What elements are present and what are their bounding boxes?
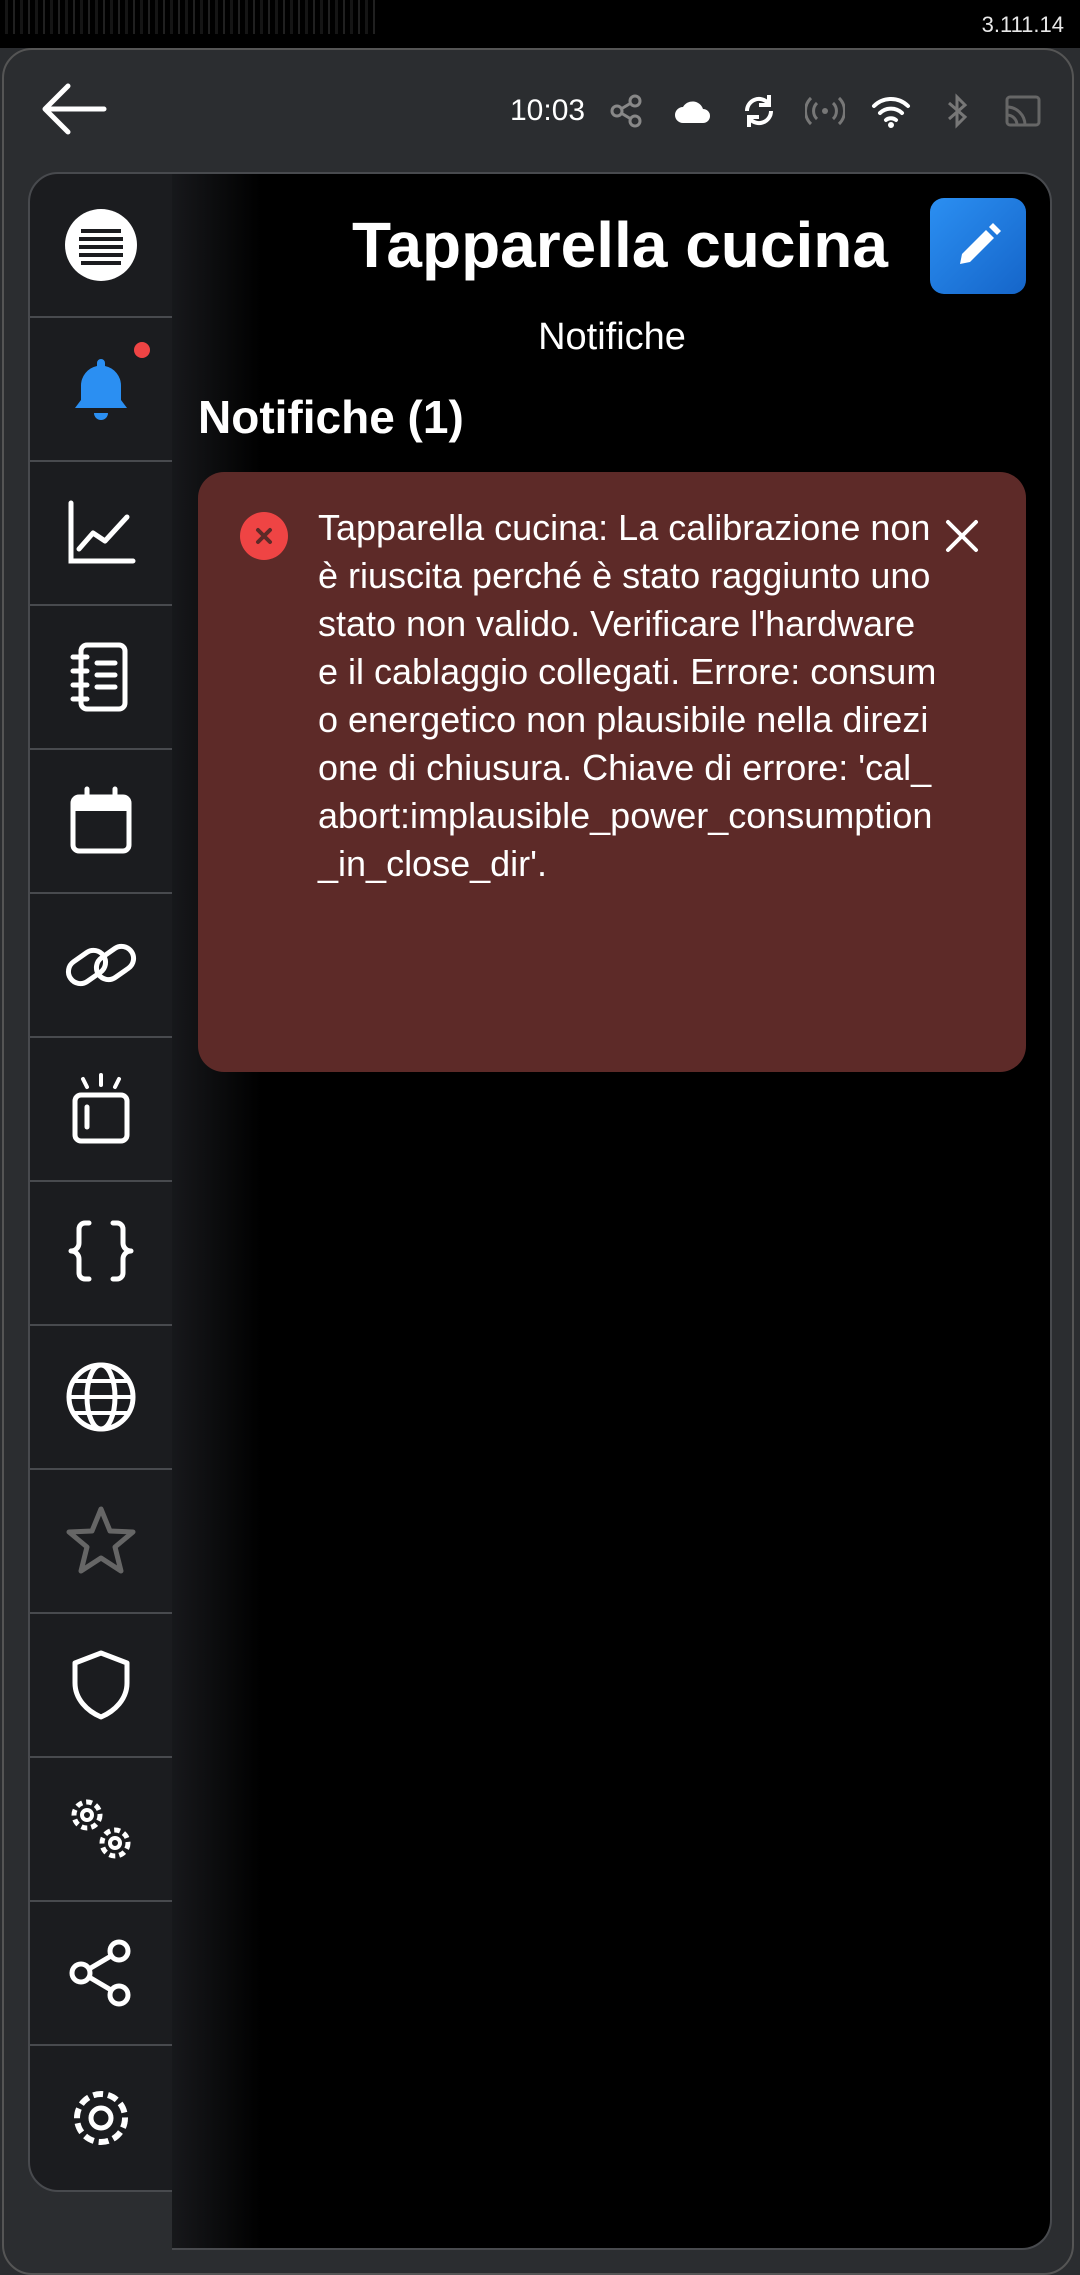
sidebar-item-menu[interactable] [30, 174, 172, 318]
share-icon [607, 91, 647, 131]
star-icon [66, 1506, 136, 1574]
notification-message: Tapparella cucina: La calibrazione non è… [318, 507, 937, 884]
sidebar-item-favorites[interactable] [30, 1470, 172, 1614]
menu-icon [65, 209, 137, 281]
sidebar-item-security[interactable] [30, 1614, 172, 1758]
gears-icon [71, 1799, 131, 1859]
pencil-icon [960, 223, 1001, 264]
broadcast-icon [805, 91, 846, 131]
sidebar-item-calendar[interactable] [30, 750, 172, 894]
bluetooth-icon [937, 91, 977, 131]
sidebar-item-network[interactable] [30, 1326, 172, 1470]
calendar-icon [70, 786, 132, 854]
notification-card: Tapparella cucina: La calibrazione non è… [198, 472, 1026, 1072]
sidebar-item-logbook[interactable] [30, 606, 172, 750]
link-icon [65, 943, 137, 987]
app-version: 3.111.14 [981, 12, 1064, 37]
back-button[interactable] [38, 78, 110, 140]
cast-icon [1003, 91, 1043, 131]
sidebar-item-settings[interactable] [30, 2046, 172, 2190]
sidebar-item-links[interactable] [30, 894, 172, 1038]
shield-icon [72, 1650, 130, 1720]
sidebar-nav [28, 172, 174, 2192]
sidebar-item-notifications[interactable] [30, 318, 172, 462]
globe-icon [66, 1362, 136, 1432]
share-icon [69, 1939, 131, 2007]
notebook-icon [70, 642, 128, 712]
sidebar-item-charts[interactable] [30, 462, 172, 606]
edit-button[interactable] [930, 198, 1026, 294]
sidebar-item-system[interactable] [30, 1758, 172, 1902]
arrow-left-icon [42, 83, 107, 135]
notification-badge [134, 342, 150, 358]
notifications-heading: Notifiche (1) [198, 391, 464, 443]
settings-icon [74, 2091, 128, 2145]
error-icon [240, 512, 288, 560]
sync-icon [739, 91, 779, 131]
page-subtitle: Notifiche [538, 316, 686, 358]
status-bar: 10:03 [510, 84, 1069, 138]
page-title: Tapparella cucina [352, 209, 888, 281]
sidebar-item-alarm[interactable] [30, 1038, 172, 1182]
bell-icon [75, 359, 127, 420]
clock: 10:03 [510, 94, 586, 127]
system-top-bar: 3.111.14 [0, 0, 1080, 48]
alarm-icon [72, 1073, 130, 1144]
wifi-icon [871, 91, 911, 131]
sidebar-item-share[interactable] [30, 1902, 172, 2046]
braces-icon [68, 1220, 134, 1282]
sidebar-item-scripts[interactable] [30, 1182, 172, 1326]
cloud-icon [673, 91, 713, 131]
glitch-artifact [0, 0, 380, 34]
chart-icon [68, 500, 136, 564]
close-icon [946, 520, 978, 552]
dismiss-button[interactable] [938, 512, 986, 560]
